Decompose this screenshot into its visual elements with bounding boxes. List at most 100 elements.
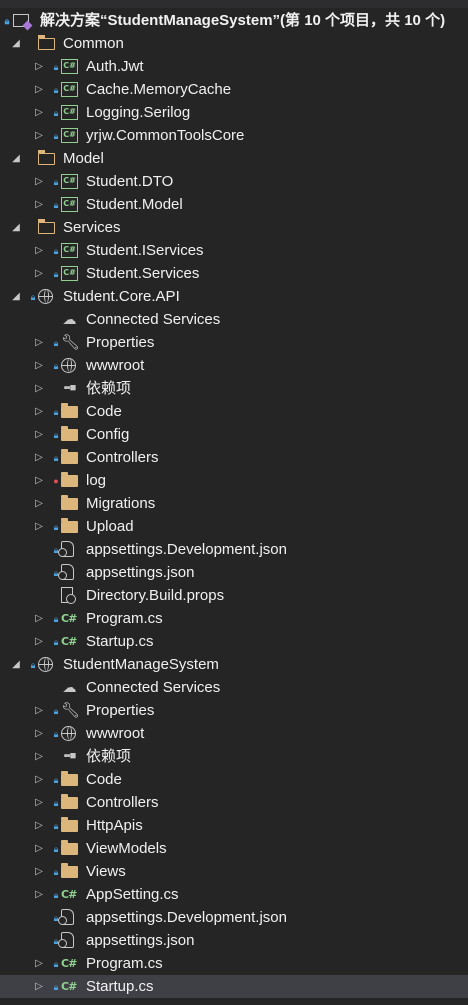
csharp-file-icon: C# (61, 980, 77, 993)
collapsed-arrow-icon[interactable]: ▷ (33, 952, 45, 975)
tree-item-label: HttpApis (86, 817, 143, 834)
tree-row-依赖项[interactable]: ▷ ▪▪■ 依赖项 (0, 377, 468, 400)
collapsed-arrow-icon[interactable]: ▷ (33, 837, 45, 860)
tree-row-program-cs[interactable]: ▷ 🔒︎ C# Program.cs (0, 952, 468, 975)
collapsed-arrow-icon[interactable]: ▷ (33, 860, 45, 883)
tree-row-httpapis[interactable]: ▷ 🔒︎ HttpApis (0, 814, 468, 837)
collapsed-arrow-icon[interactable]: ▷ (33, 492, 45, 515)
lock-icon: 🔒︎ (53, 821, 59, 831)
collapsed-arrow-icon[interactable]: ▷ (33, 469, 45, 492)
csharp-file-icon: C# (61, 888, 77, 901)
csproj-icon: C# (61, 266, 78, 281)
collapsed-arrow-icon[interactable]: ▷ (33, 791, 45, 814)
tree-row-log[interactable]: ▷ ● log (0, 469, 468, 492)
tree-row-properties[interactable]: ▷ 🔒︎ 🔧︎ Properties (0, 699, 468, 722)
tree-row-upload[interactable]: ▷ 🔒︎ Upload (0, 515, 468, 538)
tree-item-label: Cache.MemoryCache (86, 81, 232, 98)
tree-item-label: Program.cs (86, 955, 163, 972)
tree-row-config[interactable]: ▷ 🔒︎ Config (0, 423, 468, 446)
expanded-arrow-icon[interactable]: ◢ (10, 653, 22, 676)
solution-icon (13, 14, 29, 27)
tree-row-appsetting-cs[interactable]: ▷ 🔒︎ C# AppSetting.cs (0, 883, 468, 906)
tree-row-controllers[interactable]: ▷ 🔒︎ Controllers (0, 791, 468, 814)
tree-row-startup-cs[interactable]: ▷ 🔒︎ C# Startup.cs (0, 630, 468, 653)
csproj-icon: C# (61, 243, 78, 258)
expanded-arrow-icon[interactable]: ◢ (10, 285, 22, 308)
tree-row-common[interactable]: ◢ Common (0, 32, 468, 55)
tree-item-label: appsettings.json (86, 564, 195, 581)
folder-icon (61, 449, 78, 464)
collapsed-arrow-icon[interactable]: ▷ (33, 722, 45, 745)
tree-row-appsettings-json[interactable]: 🔒︎ appsettings.json (0, 929, 468, 952)
tree-row-appsettings-development-json[interactable]: 🔒︎ appsettings.Development.json (0, 538, 468, 561)
json-file-icon (58, 564, 74, 580)
tree-row-model[interactable]: ◢ Model (0, 147, 468, 170)
tree-row-solution[interactable]: 🔒︎ 解决方案“StudentManageSystem”(第 10 个项目，共 … (0, 9, 468, 32)
collapsed-arrow-icon[interactable]: ▷ (33, 630, 45, 653)
tree-item-label: Properties (86, 334, 155, 351)
tree-row-student-services[interactable]: ▷ 🔒︎ C# Student.Services (0, 262, 468, 285)
lock-icon: 🔒︎ (53, 982, 59, 992)
collapsed-arrow-icon[interactable]: ▷ (33, 883, 45, 906)
collapsed-arrow-icon[interactable]: ▷ (33, 814, 45, 837)
tree-row-student-dto[interactable]: ▷ 🔒︎ C# Student.DTO (0, 170, 468, 193)
tree-row-studentmanagesystem[interactable]: ◢ 🔒︎ StudentManageSystem (0, 653, 468, 676)
tree-row-viewmodels[interactable]: ▷ 🔒︎ ViewModels (0, 837, 468, 860)
lock-icon: 🔒︎ (53, 637, 59, 647)
tree-row-cache-memorycache[interactable]: ▷ 🔒︎ C# Cache.MemoryCache (0, 78, 468, 101)
collapsed-arrow-icon[interactable]: ▷ (33, 262, 45, 285)
tree-item-label: Directory.Build.props (86, 587, 225, 604)
collapsed-arrow-icon[interactable]: ▷ (33, 78, 45, 101)
tree-row-connected-services[interactable]: ☁︎ Connected Services (0, 676, 468, 699)
folder-icon (61, 863, 78, 878)
tree-row-logging-serilog[interactable]: ▷ 🔒︎ C# Logging.Serilog (0, 101, 468, 124)
tree-row-appsettings-json[interactable]: 🔒︎ appsettings.json (0, 561, 468, 584)
collapsed-arrow-icon[interactable]: ▷ (33, 331, 45, 354)
collapsed-arrow-icon[interactable]: ▷ (33, 55, 45, 78)
tree-row-startup-cs[interactable]: ▷ 🔒︎ C# Startup.cs (0, 975, 468, 998)
tree-row-program-cs[interactable]: ▷ 🔒︎ C# Program.cs (0, 607, 468, 630)
tree-item-label: appsettings.json (86, 932, 195, 949)
tree-item-label: 依赖项 (86, 380, 132, 397)
tree-row-code[interactable]: ▷ 🔒︎ Code (0, 400, 468, 423)
tree-row-auth-jwt[interactable]: ▷ 🔒︎ C# Auth.Jwt (0, 55, 468, 78)
tree-row-student-core-api[interactable]: ◢ 🔒︎ Student.Core.API (0, 285, 468, 308)
collapsed-arrow-icon[interactable]: ▷ (33, 101, 45, 124)
expanded-arrow-icon[interactable]: ◢ (10, 32, 22, 55)
tree-row-views[interactable]: ▷ 🔒︎ Views (0, 860, 468, 883)
collapsed-arrow-icon[interactable]: ▷ (33, 423, 45, 446)
tree-row-依赖项[interactable]: ▷ ▪▪■ 依赖项 (0, 745, 468, 768)
collapsed-arrow-icon[interactable]: ▷ (33, 239, 45, 262)
collapsed-arrow-icon[interactable]: ▷ (33, 699, 45, 722)
collapsed-arrow-icon[interactable]: ▷ (33, 170, 45, 193)
collapsed-arrow-icon[interactable]: ▷ (33, 124, 45, 147)
collapsed-arrow-icon[interactable]: ▷ (33, 193, 45, 216)
collapsed-arrow-icon[interactable]: ▷ (33, 515, 45, 538)
tree-row-services[interactable]: ◢ Services (0, 216, 468, 239)
tree-row-yrjw-commontoolscore[interactable]: ▷ 🔒︎ C# yrjw.CommonToolsCore (0, 124, 468, 147)
expanded-arrow-icon[interactable]: ◢ (10, 147, 22, 170)
folder-open-icon (38, 35, 55, 50)
window-top-edge (0, 0, 468, 8)
tree-row-directory-build-props[interactable]: Directory.Build.props (0, 584, 468, 607)
expanded-arrow-icon[interactable]: ◢ (10, 216, 22, 239)
collapsed-arrow-icon[interactable]: ▷ (33, 377, 45, 400)
tree-row-appsettings-development-json[interactable]: 🔒︎ appsettings.Development.json (0, 906, 468, 929)
collapsed-arrow-icon[interactable]: ▷ (33, 745, 45, 768)
collapsed-arrow-icon[interactable]: ▷ (33, 446, 45, 469)
collapsed-arrow-icon[interactable]: ▷ (33, 400, 45, 423)
collapsed-arrow-icon[interactable]: ▷ (33, 768, 45, 791)
collapsed-arrow-icon[interactable]: ▷ (33, 975, 45, 998)
tree-row-migrations[interactable]: ▷ Migrations (0, 492, 468, 515)
tree-row-student-iservices[interactable]: ▷ 🔒︎ C# Student.IServices (0, 239, 468, 262)
tree-row-properties[interactable]: ▷ 🔒︎ 🔧︎ Properties (0, 331, 468, 354)
tree-row-controllers[interactable]: ▷ 🔒︎ Controllers (0, 446, 468, 469)
tree-row-wwwroot[interactable]: ▷ 🔒︎ wwwroot (0, 722, 468, 745)
tree-row-connected-services[interactable]: ☁︎ Connected Services (0, 308, 468, 331)
collapsed-arrow-icon[interactable]: ▷ (33, 354, 45, 377)
collapsed-arrow-icon[interactable]: ▷ (33, 607, 45, 630)
tree-row-wwwroot[interactable]: ▷ 🔒︎ wwwroot (0, 354, 468, 377)
json-file-icon (58, 541, 74, 557)
tree-row-student-model[interactable]: ▷ 🔒︎ C# Student.Model (0, 193, 468, 216)
tree-row-code[interactable]: ▷ 🔒︎ Code (0, 768, 468, 791)
